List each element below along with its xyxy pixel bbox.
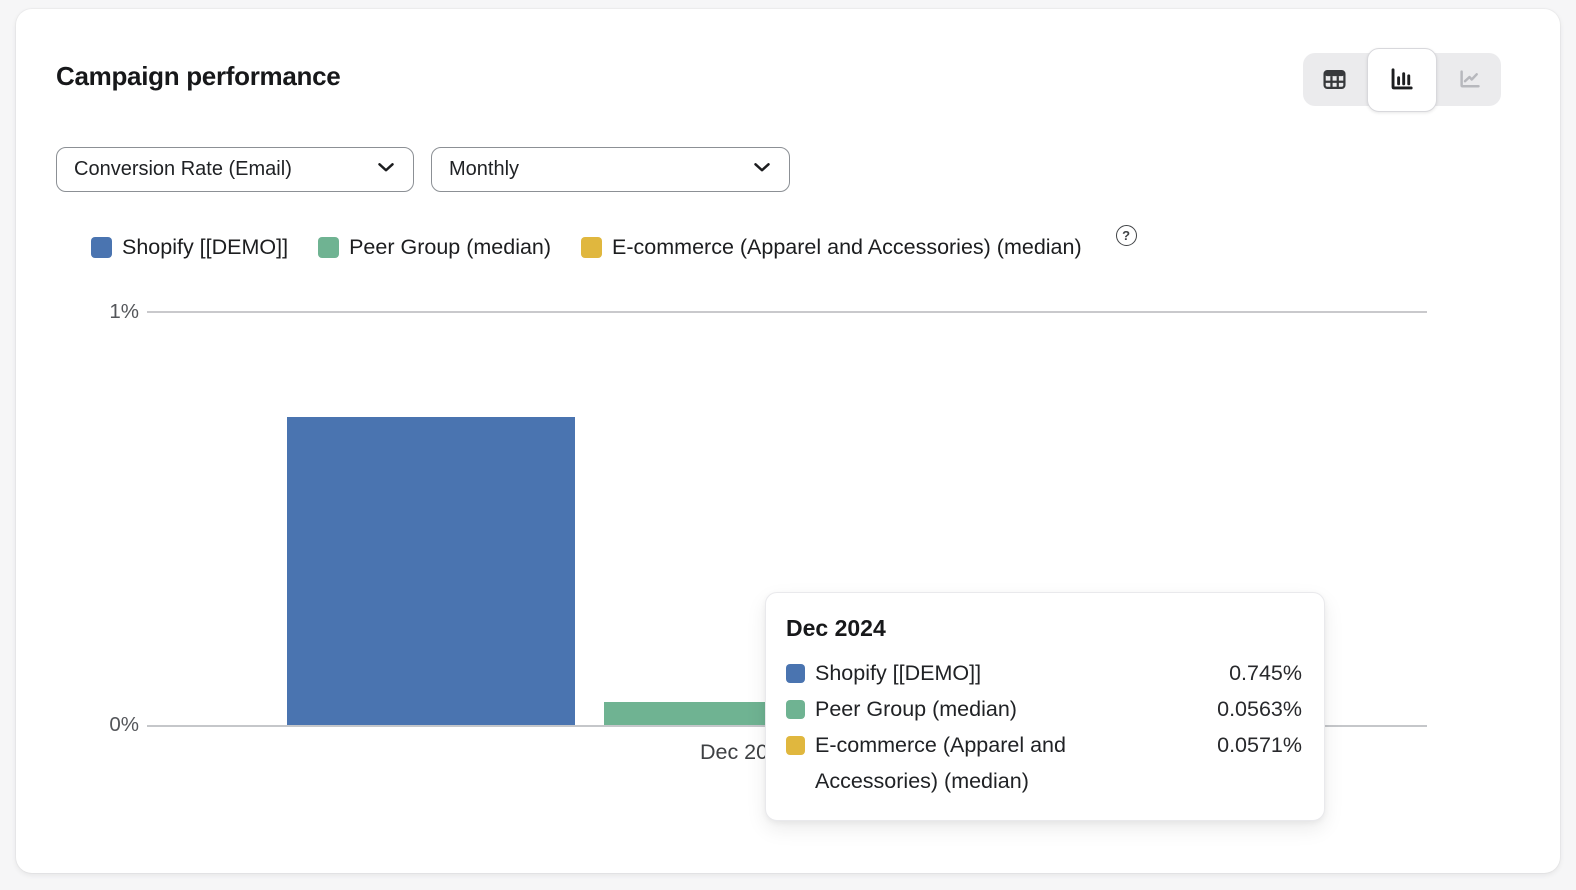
tooltip-title: Dec 2024	[786, 615, 1302, 642]
tooltip-swatch-ecommerce	[786, 736, 805, 755]
tooltip-swatch-shopify	[786, 664, 805, 683]
chart-tooltip: Dec 2024 Shopify [[DEMO]] 0.745% Peer Gr…	[765, 592, 1325, 821]
tooltip-label: E-commerce (Apparel and Accessories) (me…	[815, 727, 1127, 799]
tooltip-value: 0.745%	[1127, 655, 1302, 691]
campaign-performance-card: Campaign performance	[16, 9, 1560, 873]
tooltip-label: Peer Group (median)	[815, 691, 1127, 727]
tooltip-label: Shopify [[DEMO]]	[815, 655, 1127, 691]
tooltip-value: 0.0571%	[1127, 727, 1302, 763]
tooltip-swatch-peer-group	[786, 700, 805, 719]
bar-series-0[interactable]	[287, 417, 575, 725]
tooltip-row-shopify: Shopify [[DEMO]] 0.745%	[786, 655, 1302, 691]
tooltip-value: 0.0563%	[1127, 691, 1302, 727]
tooltip-row-peer-group: Peer Group (median) 0.0563%	[786, 691, 1302, 727]
tooltip-row-ecommerce: E-commerce (Apparel and Accessories) (me…	[786, 727, 1302, 799]
